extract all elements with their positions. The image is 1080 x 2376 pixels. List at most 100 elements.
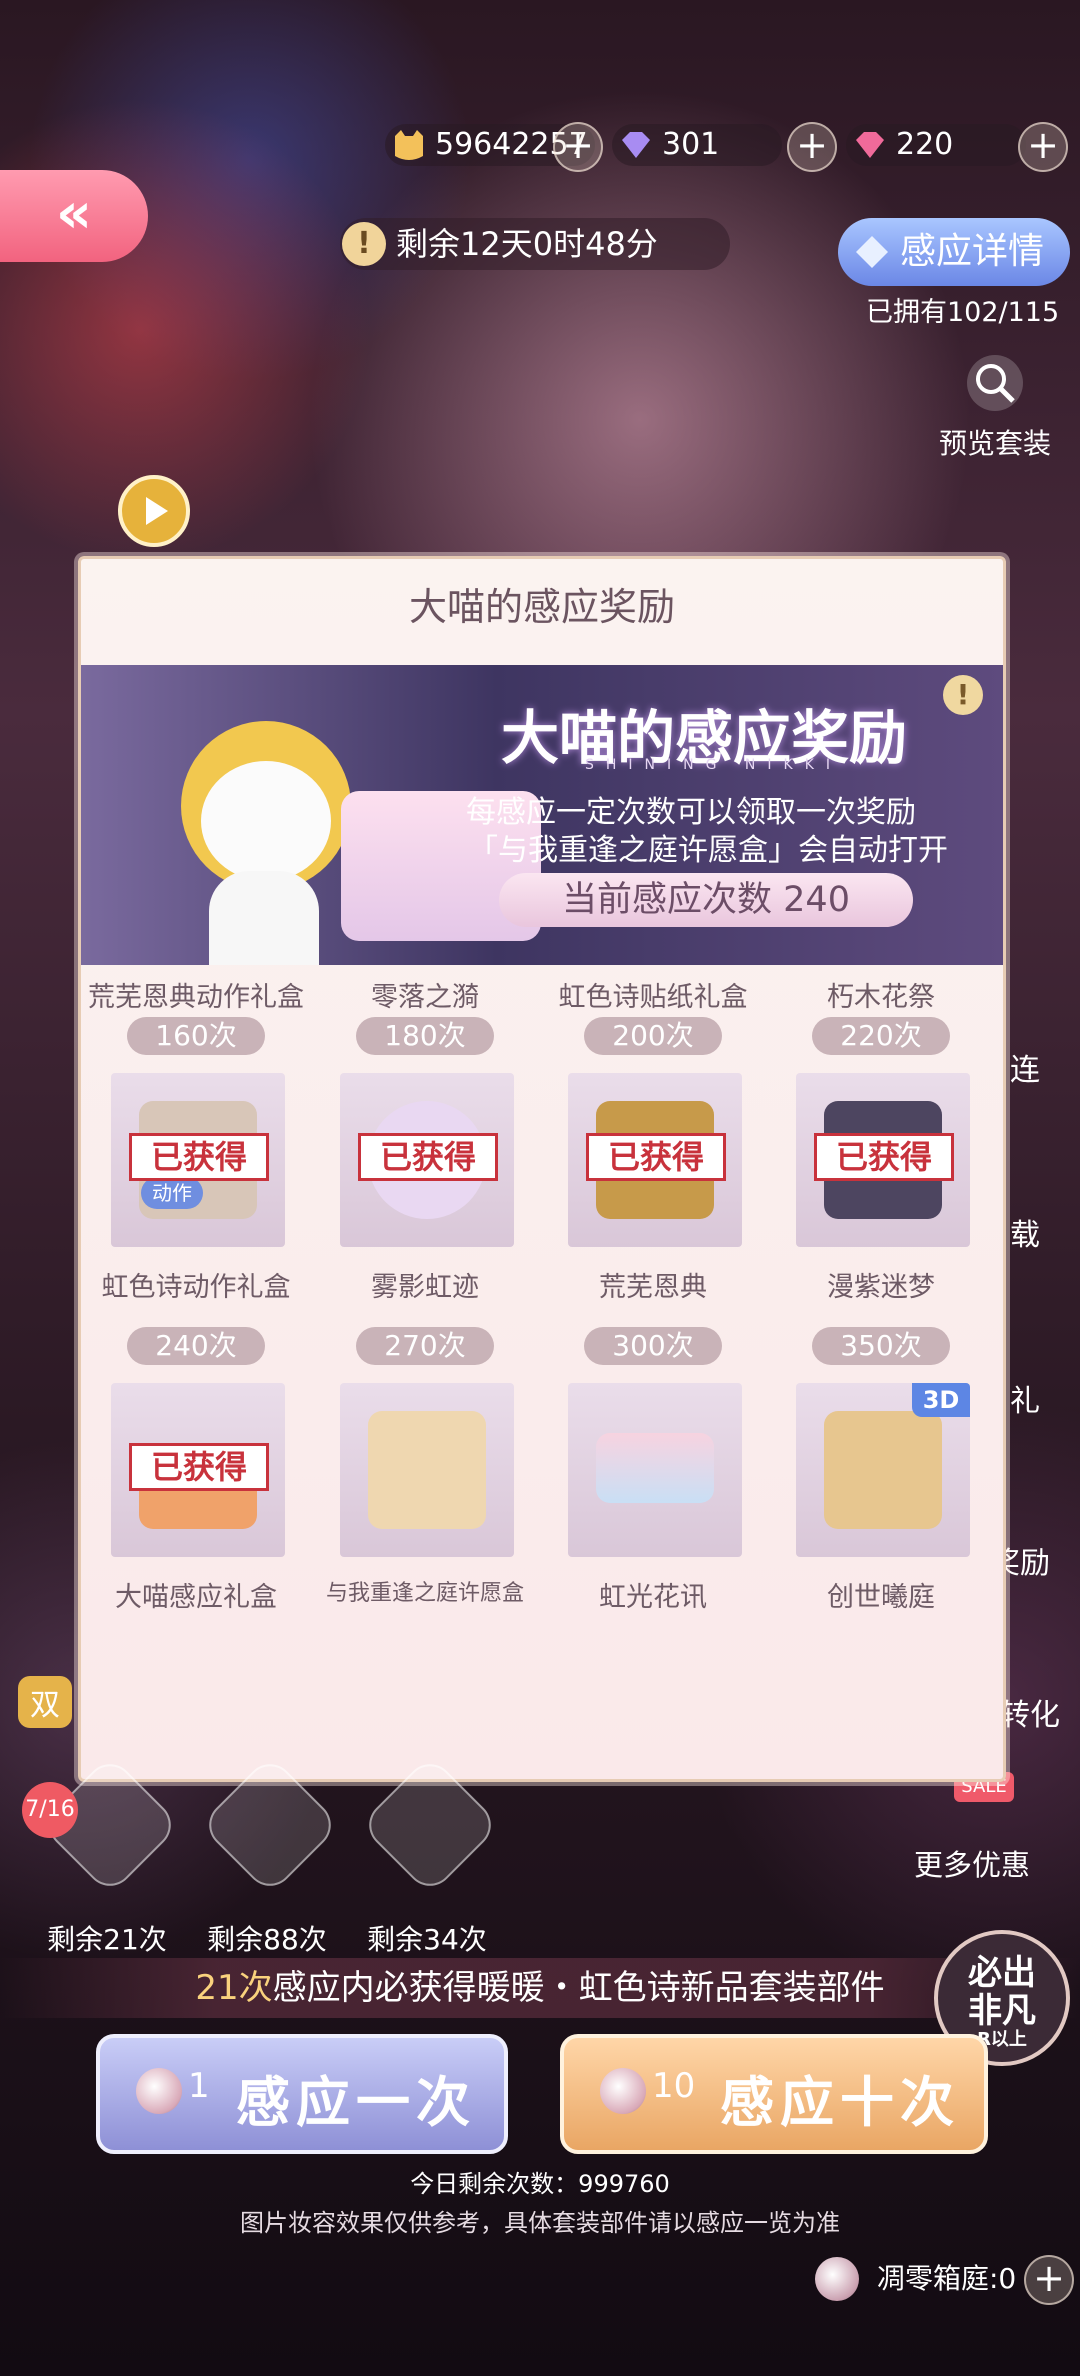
detail-button-label: 感应详情 [900,231,1045,272]
disclaimer: 图片妆容效果仅供参考，具体套装部件请以感应一览为准 [240,2209,840,2237]
reward-thumbnail: 动作 已获得 [111,1073,285,1247]
add-withered-button[interactable]: + [1024,2255,1074,2305]
reward-thumbnail: 已获得 [796,1073,970,1247]
featured-item-2[interactable] [199,1754,341,1896]
side-label-2[interactable]: 载 [1010,1210,1040,1254]
reward-name: 漫紫迷梦 [827,1272,935,1303]
cat-face [201,761,331,881]
current-count: 当前感应次数 240 [499,873,913,927]
side-badge[interactable]: 双 [18,1676,72,1728]
withered-garden: 凋零箱庭:0 [815,2255,1035,2303]
reward-count-badge: 350次 [812,1327,950,1365]
reward-count-badge: 200次 [584,1017,722,1055]
more-offers-button[interactable]: SALE 更多优惠 [910,1772,1050,1882]
play-video-button[interactable] [118,475,190,547]
crystal-ball-icon [600,2068,646,2114]
crystal-ball-icon [815,2257,859,2301]
obtained-stamp: 已获得 [129,1443,269,1491]
reward-cell[interactable]: 350次 3D 创世曦庭 [766,1327,996,1667]
side-label-1[interactable]: 连 [1010,1045,1040,1089]
reward-name: 雾影虹迹 [371,1272,479,1303]
detail-button[interactable]: 感应详情 [838,218,1070,286]
reward-name: 虹光花讯 [599,1582,707,1613]
play-icon [146,497,168,525]
add-diamond-button[interactable]: + [787,122,837,172]
reward-name: 虹色诗动作礼盒 [101,1272,291,1303]
timer-text: 剩余12天0时48分 [396,225,658,263]
diamond-currency: 301 [612,124,782,166]
diamond-icon [856,236,888,268]
reward-cell[interactable]: 300次 虹光花讯 [538,1327,768,1667]
obtained-stamp: 已获得 [814,1133,954,1181]
reward-cell[interactable]: 160次 动作 已获得 虹色诗动作礼盒 [81,1017,311,1357]
reward-name: 与我重逢之庭许愿盒 [325,1581,524,1606]
diamond-amount: 301 [662,127,720,162]
featured-item-frame [359,1754,501,1896]
reward-panel: 大喵的感应奖励 大喵的感应奖励 SHINING NIKKI 每感应一定次数可以领… [78,556,1006,1782]
reward-thumbnail: 已获得 [340,1073,514,1247]
obtained-stamp: 已获得 [129,1133,269,1181]
single-draw-cost: 1 [188,2066,210,2106]
reward-count-badge: 160次 [127,1017,265,1055]
side-label-5[interactable]: 转化 [1000,1690,1060,1734]
reward-thumbnail: 3D [796,1383,970,1557]
cat-body [209,871,319,965]
purple-diamond-icon [622,132,650,158]
reward-thumbnail [568,1383,742,1557]
reward-count-badge: 240次 [127,1327,265,1365]
guarantee-badge-line2: 非凡 [968,1991,1036,2031]
remaining-today: 今日剩余次数：999760 [410,2170,670,2198]
reward-cell[interactable]: 270次 与我重逢之庭许愿盒 [310,1327,540,1667]
guarantee-count: 21次 [195,1968,273,2008]
back-button[interactable]: « [0,170,148,262]
reward-count-badge: 300次 [584,1327,722,1365]
ten-draw-cost: 10 [652,2066,696,2106]
reward-count-badge: 220次 [812,1017,950,1055]
side-label-3[interactable]: 礼 [1010,1376,1040,1420]
top-name-2: 零落之漪 [371,982,479,1013]
withered-garden-count: 凋零箱庭:0 [877,2262,1017,2295]
3d-tag: 3D [912,1383,970,1417]
add-pink-diamond-button[interactable]: + [1018,122,1068,172]
panel-title: 大喵的感应奖励 [408,585,675,629]
crystal-ball-icon [136,2068,182,2114]
reward-cell[interactable]: 200次 已获得 荒芜恩典 [538,1017,768,1357]
reward-art [368,1411,486,1529]
banner-desc-2: 「与我重逢之庭许愿盒」会自动打开 [468,833,948,868]
reward-thumbnail: 已获得 [111,1383,285,1557]
preview-label: 预览套装 [938,427,1051,460]
ten-draw-button[interactable]: 10 感应十次 [560,2034,988,2154]
top-name-3: 虹色诗贴纸礼盒 [558,982,748,1013]
guarantee-banner: 21次感应内必获得暖暖・虹色诗新品套装部件 [0,1958,1080,2018]
gold-coin-icon [395,130,423,160]
reward-thumbnail: 已获得 [568,1073,742,1247]
pink-diamond-currency: 220 [846,124,1026,166]
single-draw-button[interactable]: 1 感应一次 [96,2034,508,2154]
reward-name: 大喵感应礼盒 [115,1582,277,1613]
featured-item-3[interactable] [359,1754,501,1896]
top-name-1: 荒芜恩典动作礼盒 [88,982,304,1013]
guarantee-text: 感应内必获得暖暖・虹色诗新品套装部件 [272,1968,885,2008]
featured-remaining-1: 剩余21次 [47,1923,167,1956]
featured-item-frame [199,1754,341,1896]
reward-art [824,1411,942,1529]
preview-outfit-button[interactable]: 预览套装 [930,355,1060,462]
single-draw-label: 感应一次 [236,2071,476,2134]
reward-cell[interactable]: 240次 已获得 大喵感应礼盒 [81,1327,311,1667]
add-gold-button[interactable]: + [553,122,603,172]
alert-icon: ! [342,222,386,266]
cat-mascot [121,721,541,965]
info-button[interactable]: ! [943,675,983,715]
guarantee-badge-line1: 必出 [968,1953,1036,1993]
reward-count-badge: 270次 [356,1327,494,1365]
reward-cell[interactable]: 180次 已获得 雾影虹迹 [310,1017,540,1357]
reward-name: 荒芜恩典 [599,1272,707,1303]
reward-banner: 大喵的感应奖励 SHINING NIKKI 每感应一定次数可以领取一次奖励 「与… [81,665,1003,965]
more-offers-label: 更多优惠 [914,1848,1031,1882]
reward-cell[interactable]: 220次 已获得 漫紫迷梦 [766,1017,996,1357]
reward-name: 创世曦庭 [827,1582,935,1613]
reward-count-badge: 180次 [356,1017,494,1055]
banner-subtitle: SHINING NIKKI [585,757,843,773]
obtained-stamp: 已获得 [586,1133,726,1181]
action-tag: 动作 [141,1177,203,1209]
